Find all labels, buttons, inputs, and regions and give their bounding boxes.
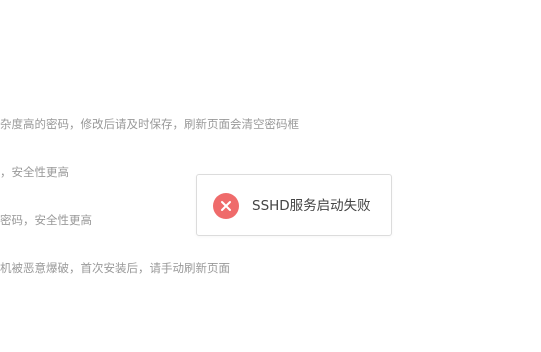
password-security-hint: 密码，安全性更高: [0, 213, 92, 227]
error-close-icon: [213, 193, 239, 219]
security-hint: ，安全性更高: [0, 165, 69, 179]
password-complexity-hint: 杂度高的密码，修改后请及时保存，刷新页面会清空密码框: [0, 117, 299, 131]
brute-force-hint: 机被恶意爆破，首次安装后，请手动刷新页面: [0, 261, 230, 275]
error-toast: SSHD服务启动失败: [196, 174, 392, 236]
toast-message: SSHD服务启动失败: [252, 198, 371, 214]
